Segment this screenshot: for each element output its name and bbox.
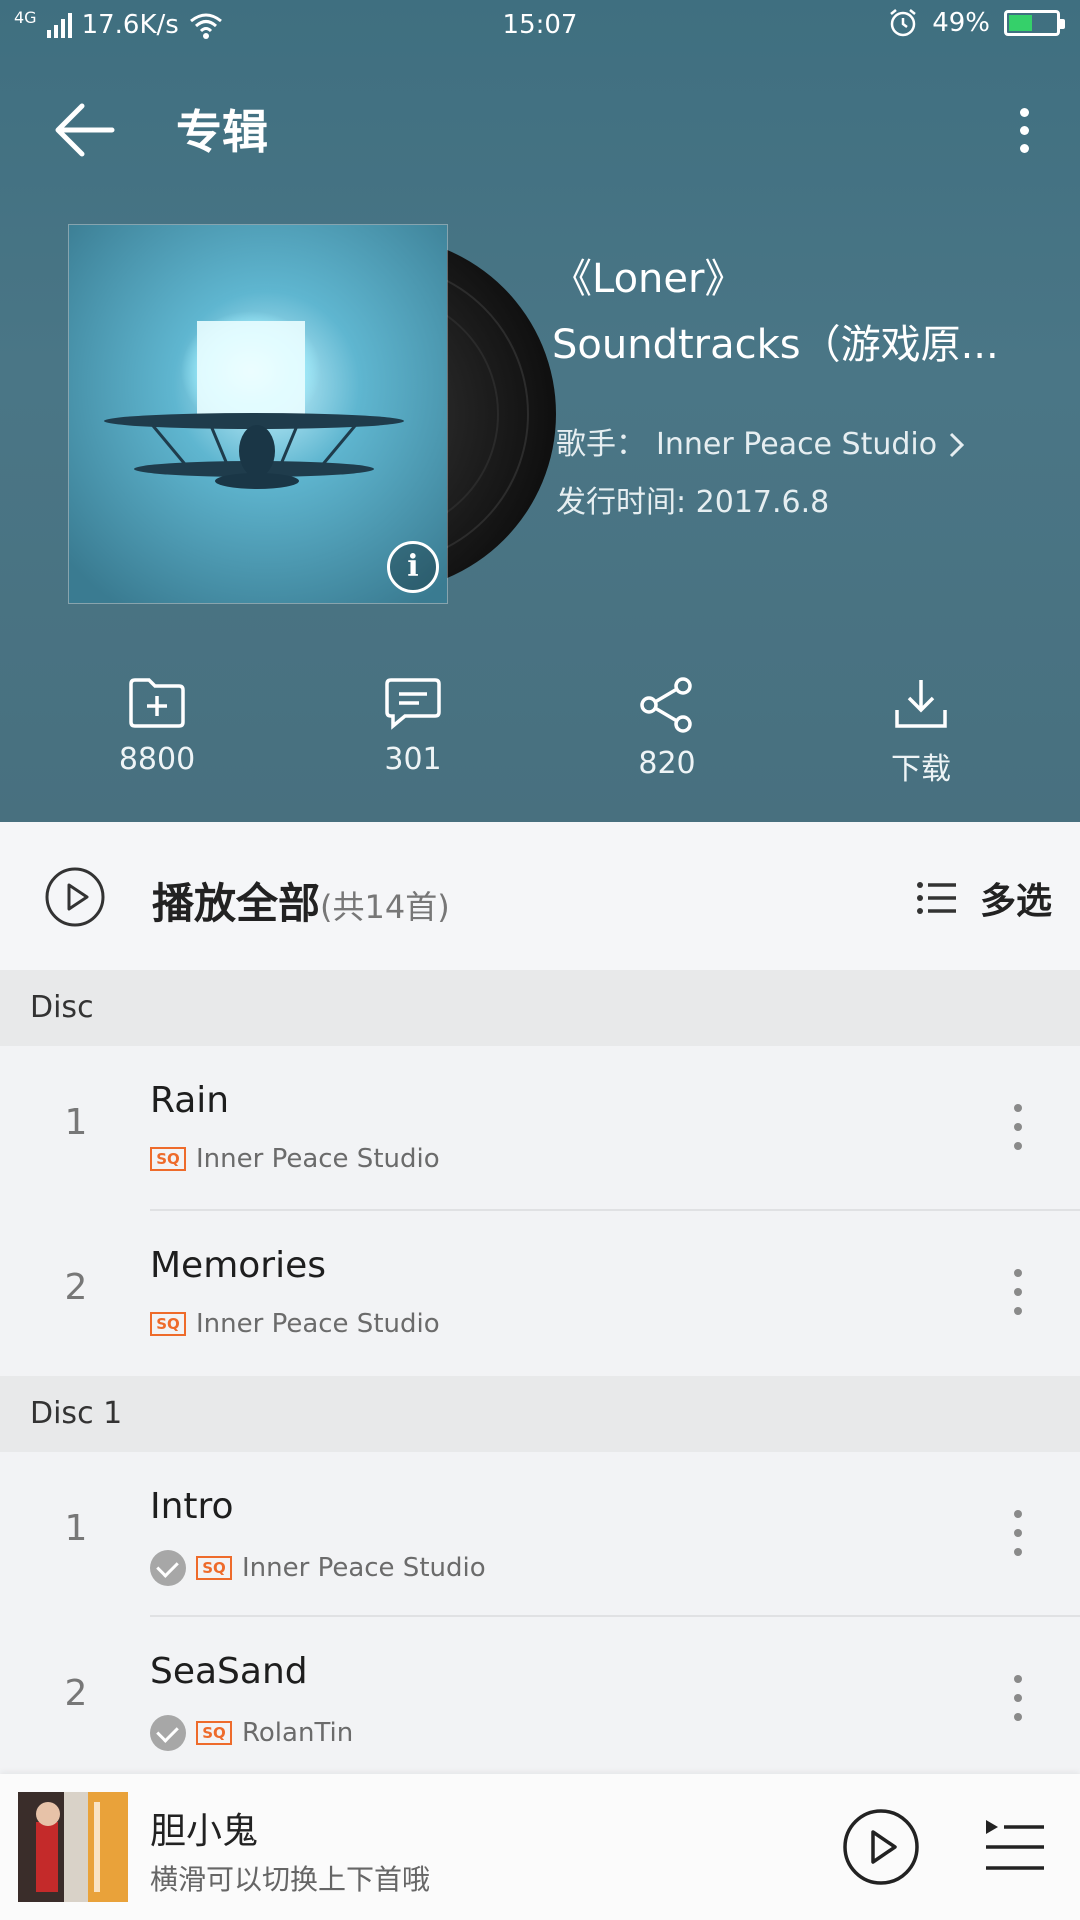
- track-more-icon[interactable]: [1012, 1508, 1024, 1558]
- mini-player[interactable]: 胆小鬼 横滑可以切换上下首哦: [0, 1774, 1080, 1920]
- status-bar: 4G 17.6K/s 15:07 49%: [0, 0, 1080, 54]
- album-page: 4G 17.6K/s 15:07 49% 专辑 i 《Loner》 Soundt…: [0, 0, 1080, 1920]
- download-icon: [895, 680, 947, 728]
- play-all-bar: 播放全部(共14首) 多选: [0, 822, 1080, 970]
- share-button[interactable]: 820: [587, 676, 747, 781]
- multi-select-label: 多选: [979, 881, 1052, 922]
- downloaded-check-icon: [150, 1550, 186, 1586]
- track-title: SeaSand: [150, 1651, 308, 1692]
- comment-count: 301: [384, 742, 442, 777]
- track-meta: SQ Inner Peace Studio: [150, 1550, 486, 1586]
- status-right: 49%: [888, 8, 1065, 38]
- artist-link[interactable]: 歌手： Inner Peace Studio: [556, 416, 967, 474]
- album-cover-image[interactable]: i: [68, 224, 448, 604]
- share-icon: [640, 677, 692, 733]
- album-meta: 歌手： Inner Peace Studio 发行时间: 2017.6.8: [556, 416, 967, 532]
- sq-badge: SQ: [150, 1312, 186, 1336]
- track-meta: SQ RolanTin: [150, 1715, 353, 1751]
- page-title: 专辑: [176, 105, 268, 159]
- track-artist: Inner Peace Studio: [242, 1553, 486, 1583]
- track-index: 1: [64, 1102, 88, 1143]
- track-title: Rain: [150, 1080, 230, 1121]
- track-artist: RolanTin: [242, 1718, 354, 1748]
- now-playing-cover[interactable]: [18, 1792, 128, 1902]
- more-options-icon[interactable]: [1004, 98, 1044, 162]
- download-label: 下载: [891, 752, 951, 787]
- track-row[interactable]: 1 Rain SQ Inner Peace Studio: [0, 1046, 1080, 1211]
- downloaded-check-icon: [150, 1715, 186, 1751]
- play-all-button[interactable]: 播放全部(共14首): [152, 870, 450, 931]
- collect-count: 8800: [118, 742, 196, 777]
- now-playing-title: 胆小鬼: [150, 1811, 259, 1852]
- sq-badge: SQ: [150, 1147, 186, 1171]
- track-more-icon[interactable]: [1012, 1267, 1024, 1317]
- list-icon: [916, 882, 956, 914]
- track-artist: Inner Peace Studio: [196, 1144, 440, 1174]
- album-header: 4G 17.6K/s 15:07 49% 专辑 i 《Loner》 Soundt…: [0, 0, 1080, 822]
- track-index: 1: [64, 1508, 88, 1549]
- info-icon[interactable]: i: [387, 541, 439, 593]
- artist-label: 歌手：: [556, 427, 646, 462]
- play-icon[interactable]: [842, 1808, 920, 1886]
- release-date: 2017.6.8: [695, 485, 830, 520]
- section-header-disc-1: Disc 1: [0, 1376, 1080, 1452]
- multi-select-button[interactable]: 多选: [916, 872, 1052, 924]
- release-date-row: 发行时间: 2017.6.8: [556, 474, 967, 532]
- top-bar: 专辑: [0, 90, 1080, 170]
- album-title-line2: Soundtracks（游戏原...: [552, 322, 999, 368]
- album-title: 《Loner》 Soundtracks（游戏原...: [552, 246, 1052, 378]
- share-count: 820: [638, 746, 696, 781]
- play-all-label: 播放全部: [152, 879, 321, 928]
- track-more-icon[interactable]: [1012, 1102, 1024, 1152]
- sq-badge: SQ: [196, 1556, 232, 1580]
- track-row[interactable]: 2 Memories SQ Inner Peace Studio: [0, 1211, 1080, 1376]
- chevron-right-icon: [950, 432, 965, 458]
- battery-icon: [1004, 10, 1065, 36]
- album-cover-area: i: [68, 224, 556, 604]
- sq-badge: SQ: [196, 1721, 232, 1745]
- now-playing-hint: 横滑可以切换上下首哦: [150, 1863, 431, 1896]
- track-count: (共14首): [320, 888, 450, 926]
- airplane-artwork: [69, 225, 447, 603]
- release-label: 发行时间:: [556, 485, 687, 520]
- track-row[interactable]: 1 Intro SQ Inner Peace Studio: [0, 1452, 1080, 1617]
- album-title-line1: 《Loner》: [552, 256, 745, 302]
- collect-button[interactable]: 8800: [77, 676, 237, 777]
- download-button[interactable]: 下载: [841, 676, 1001, 788]
- track-meta: SQ Inner Peace Studio: [150, 1309, 440, 1339]
- artist-name: Inner Peace Studio: [656, 427, 938, 462]
- track-title: Memories: [150, 1245, 327, 1286]
- track-row[interactable]: 2 SeaSand SQ RolanTin: [0, 1617, 1080, 1782]
- back-arrow-icon[interactable]: [50, 98, 120, 162]
- comment-icon: [385, 678, 441, 730]
- comment-button[interactable]: 301: [333, 676, 493, 777]
- play-all-icon[interactable]: [44, 866, 106, 928]
- album-actions: 8800 301 820 下载: [0, 676, 1080, 788]
- track-index: 2: [64, 1673, 88, 1714]
- track-meta: SQ Inner Peace Studio: [150, 1144, 440, 1174]
- playlist-icon[interactable]: [984, 1818, 1046, 1874]
- alarm-icon: [890, 9, 916, 37]
- track-title: Intro: [150, 1486, 234, 1527]
- folder-add-icon: [129, 678, 185, 728]
- track-artist: Inner Peace Studio: [196, 1309, 440, 1339]
- battery-percent: 49%: [932, 8, 990, 38]
- track-index: 2: [64, 1267, 88, 1308]
- track-more-icon[interactable]: [1012, 1673, 1024, 1723]
- section-header-disc: Disc: [0, 970, 1080, 1046]
